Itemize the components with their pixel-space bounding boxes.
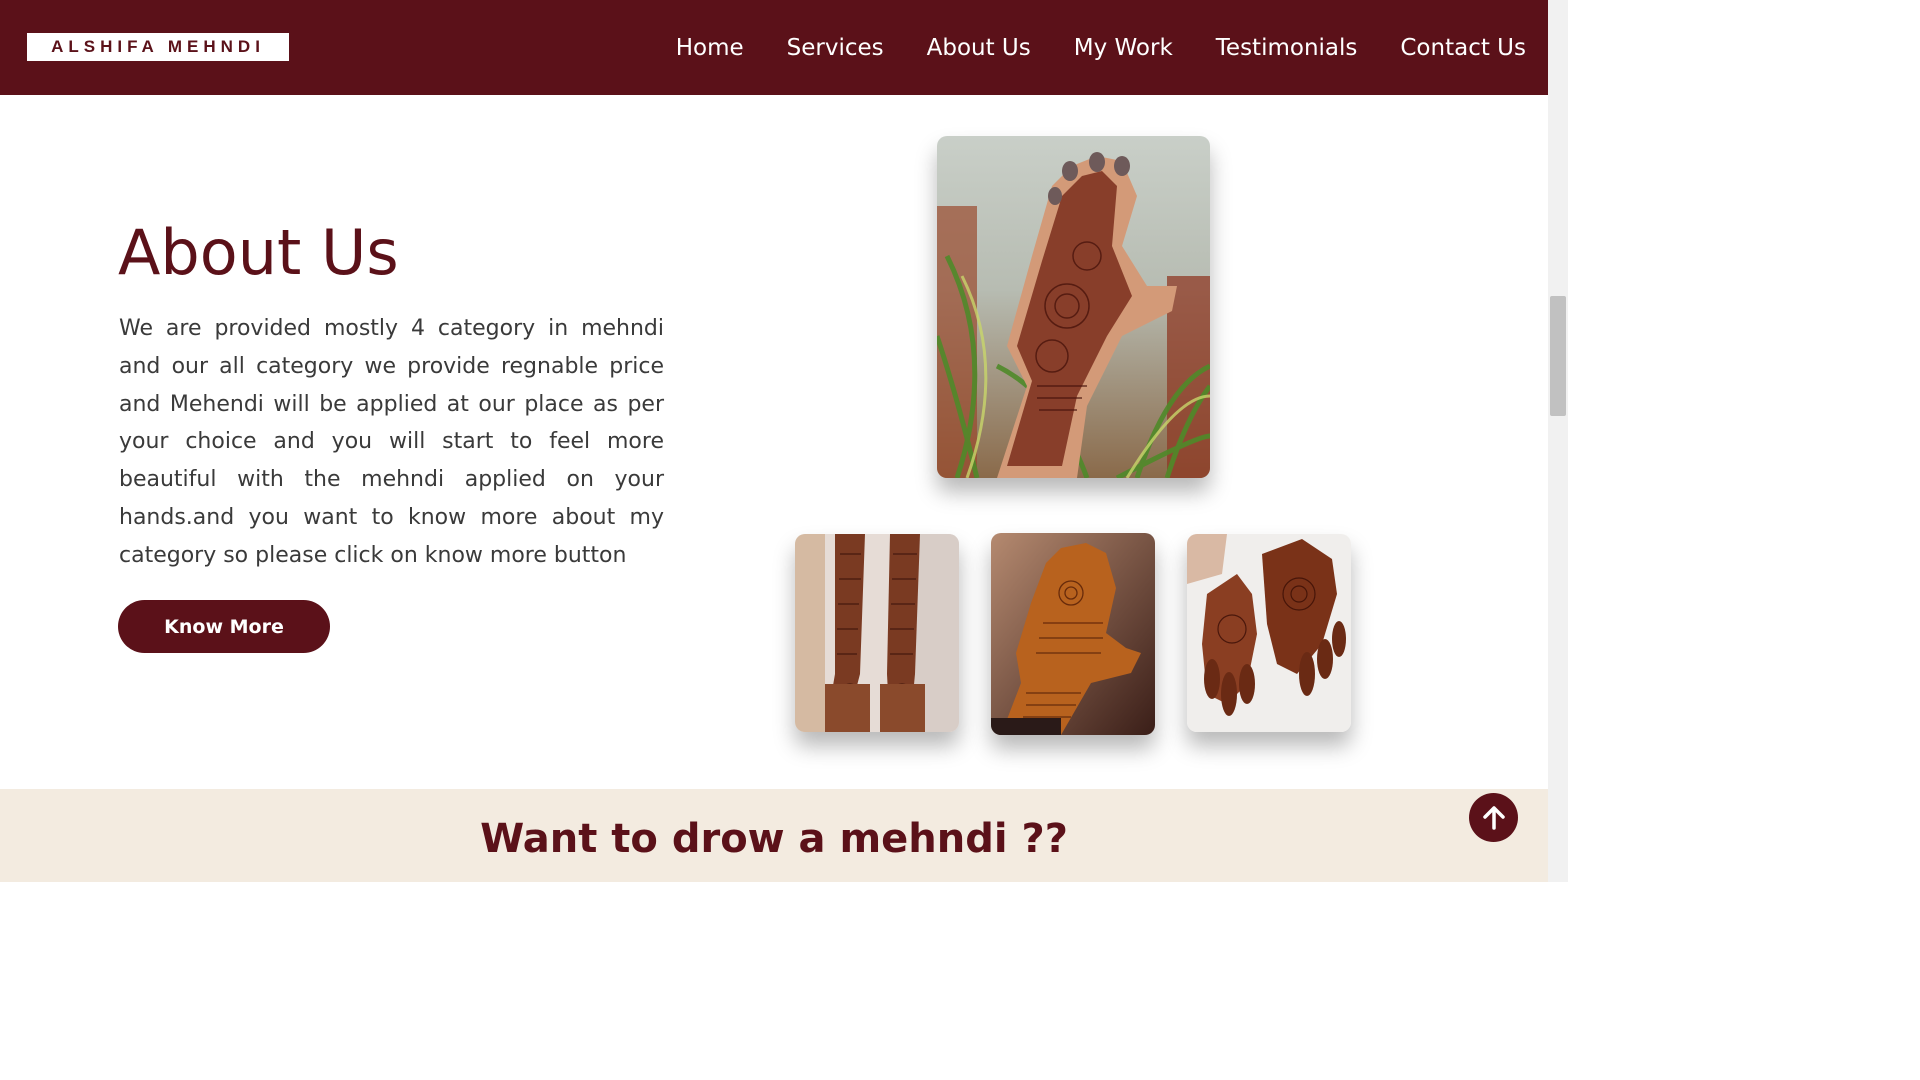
hand-mehndi-photo bbox=[937, 136, 1210, 478]
gallery-image-main bbox=[937, 136, 1210, 478]
know-more-button[interactable]: Know More bbox=[118, 600, 330, 653]
scrollbar-thumb[interactable] bbox=[1550, 296, 1566, 416]
nav-about-us[interactable]: About Us bbox=[927, 35, 1031, 61]
arrow-up-icon bbox=[1482, 805, 1505, 830]
nav-services[interactable]: Services bbox=[787, 35, 884, 61]
gallery-image-3 bbox=[1187, 534, 1351, 732]
bridal-arms-photo bbox=[795, 534, 959, 732]
scroll-to-top-button[interactable] bbox=[1469, 793, 1518, 842]
cta-title: Want to drow a mehndi ?? bbox=[480, 816, 1068, 862]
about-description: We are provided mostly 4 category in meh… bbox=[119, 316, 664, 568]
nav-contact-us[interactable]: Contact Us bbox=[1400, 35, 1526, 61]
gallery-image-2 bbox=[991, 533, 1155, 735]
site-logo[interactable]: ALSHIFA MEHNDI bbox=[27, 33, 289, 61]
nav-my-work[interactable]: My Work bbox=[1074, 35, 1173, 61]
navbar: ALSHIFA MEHNDI Home Services About Us My… bbox=[0, 0, 1548, 95]
page-scrollbar[interactable] bbox=[1548, 0, 1568, 882]
about-title: About Us bbox=[118, 216, 399, 289]
hand-mehndi-dark-photo bbox=[991, 533, 1155, 735]
gallery-image-1 bbox=[795, 534, 959, 732]
nav-home[interactable]: Home bbox=[676, 35, 744, 61]
nav-links: Home Services About Us My Work Testimoni… bbox=[676, 0, 1526, 95]
two-palms-photo bbox=[1187, 534, 1351, 732]
nav-testimonials[interactable]: Testimonials bbox=[1216, 35, 1358, 61]
